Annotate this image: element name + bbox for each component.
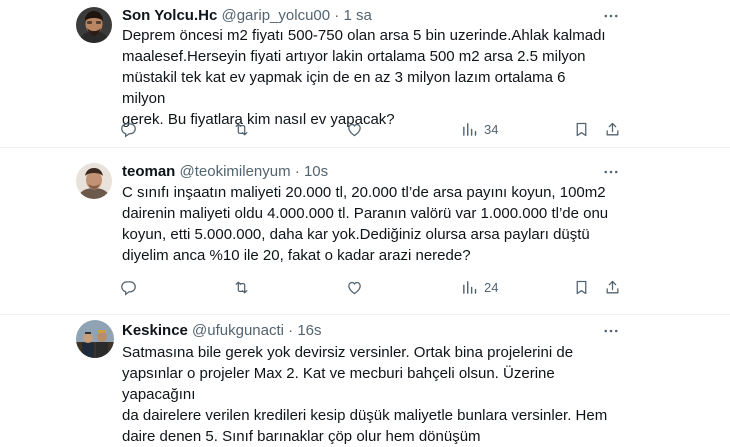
share-icon <box>604 121 621 138</box>
like-icon <box>346 121 363 138</box>
tweet[interactable]: Keskince @ufukgunacti · 16s Satmasına bi… <box>0 315 730 445</box>
avatar-image <box>76 7 112 43</box>
retweet-icon <box>233 279 250 296</box>
tweet-text: C sınıfı inşaatın maliyeti 20.000 tl, 20… <box>122 184 609 264</box>
tweet[interactable]: teoman @teokimilenyum · 10s C sınıfı inş… <box>0 148 730 314</box>
display-name[interactable]: Son Yolcu.Hc <box>122 7 217 24</box>
avatar[interactable] <box>76 7 112 43</box>
timestamp[interactable]: 16s <box>297 322 321 339</box>
handle[interactable]: @ufukgunacti <box>192 322 284 339</box>
views-icon <box>461 279 478 296</box>
views-button[interactable]: 34 <box>461 119 498 139</box>
share-button[interactable] <box>604 277 621 297</box>
separator-dot: · <box>294 163 300 180</box>
timestamp[interactable]: 1 sa <box>343 7 371 24</box>
bookmark-button[interactable] <box>573 119 590 139</box>
retweet-icon <box>233 121 250 138</box>
like-icon <box>346 279 363 296</box>
tweet-actions: 34 <box>120 119 620 139</box>
bookmark-button[interactable] <box>573 277 590 297</box>
retweet-button[interactable] <box>233 277 250 297</box>
avatar-image <box>76 320 114 358</box>
avatar[interactable] <box>76 163 112 199</box>
reply-button[interactable] <box>120 119 137 139</box>
display-name[interactable]: Keskince <box>122 322 188 339</box>
separator-dot: · <box>288 322 294 339</box>
separator-dot: · <box>334 7 340 24</box>
views-button[interactable]: 24 <box>461 277 498 297</box>
tweet-header: Son Yolcu.Hc @garip_yolcu00 · 1 sa <box>122 6 372 26</box>
like-button[interactable] <box>346 277 363 297</box>
tweet-text: Deprem öncesi m2 fiyatı 500-750 olan ars… <box>122 27 606 128</box>
reply-icon <box>120 121 137 138</box>
share-icon <box>604 279 621 296</box>
more-options-icon[interactable] <box>601 6 621 26</box>
handle[interactable]: @teokimilenyum <box>180 163 291 180</box>
tweet[interactable]: Son Yolcu.Hc @garip_yolcu00 · 1 sa Depre… <box>0 0 730 147</box>
tweet-actions: 24 <box>120 277 620 297</box>
bookmark-icon <box>573 121 590 138</box>
tweet-text: Satmasına bile gerek yok devirsiz versin… <box>122 344 608 445</box>
more-options-icon[interactable] <box>601 162 621 182</box>
bookmark-icon <box>573 279 590 296</box>
timestamp[interactable]: 10s <box>304 163 328 180</box>
avatar[interactable] <box>76 320 114 358</box>
reply-button[interactable] <box>120 277 137 297</box>
views-icon <box>461 121 478 138</box>
share-button[interactable] <box>604 119 621 139</box>
more-options-icon[interactable] <box>601 321 621 341</box>
reply-icon <box>120 279 137 296</box>
views-count: 34 <box>484 121 499 137</box>
tweet-header: teoman @teokimilenyum · 10s <box>122 162 328 182</box>
like-button[interactable] <box>346 119 363 139</box>
avatar-image <box>76 163 112 199</box>
retweet-button[interactable] <box>233 119 250 139</box>
display-name[interactable]: teoman <box>122 163 175 180</box>
views-count: 24 <box>484 279 499 295</box>
handle[interactable]: @garip_yolcu00 <box>221 7 330 24</box>
tweet-header: Keskince @ufukgunacti · 16s <box>122 321 322 341</box>
